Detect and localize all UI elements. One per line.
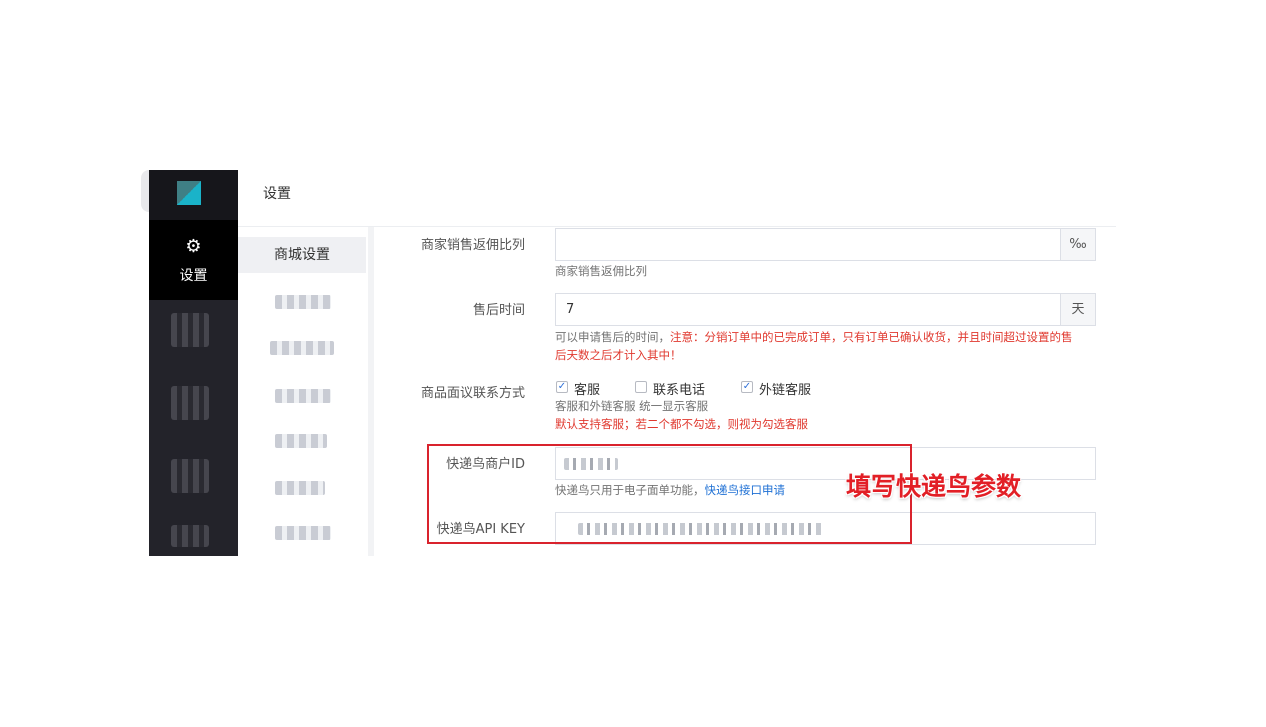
checkbox-phone[interactable] [635,381,647,393]
sidebar-item-label: 设置 [179,268,208,284]
logo [177,181,201,205]
sidebar-item-blurred[interactable] [171,386,209,420]
submenu-item-blurred[interactable] [275,481,325,495]
submenu-item-blurred[interactable] [270,341,334,355]
aftersale-warning-line1: 注意：分销订单中的已完成订单，只有订单已确认收货，并且时间超过设置的售 [670,330,1073,344]
submenu-item-blurred[interactable] [275,434,327,448]
highlight-box [427,444,912,544]
main-sidebar: ⚙ 设置 [149,170,238,556]
aftersale-help-text: 可以申请售后的时间， [555,330,670,344]
aftersale-help: 可以申请售后的时间，注意：分销订单中的已完成订单，只有订单已确认收货，并且时间超… [555,328,1100,364]
sidebar-item-blurred[interactable] [171,313,209,347]
submenu-item-shop-settings[interactable]: 商城设置 [238,237,366,273]
submenu-item-blurred[interactable] [275,389,331,403]
commission-label: 商家销售返佣比列 [420,238,525,253]
settings-submenu: 商城设置 [238,227,368,556]
aftersale-unit: 天 [1060,293,1096,326]
submenu-item-blurred[interactable] [275,526,331,540]
checkbox-external-service[interactable]: ✓ [741,381,753,393]
checkbox-label-external-service[interactable]: 外链客服 [759,379,811,398]
aftersale-warning-line2: 后天数之后才计入其中！ [555,348,682,362]
contact-label: 商品面议联系方式 [420,386,525,401]
sidebar-item-blurred[interactable] [171,525,209,547]
sidebar-item-settings[interactable]: ⚙ 设置 [149,220,238,300]
annotation-callout: 填写快递鸟参数 [846,472,1022,501]
commission-unit: ‰ [1060,228,1096,261]
commission-input[interactable] [555,228,1061,261]
contact-help: 客服和外链客服 统一显示客服 [555,399,709,413]
submenu-item-blurred[interactable] [275,295,331,309]
checkbox-customer-service[interactable]: ✓ [556,381,568,393]
aftersale-input[interactable]: 7 [555,293,1061,326]
gear-icon: ⚙ [185,236,202,257]
contact-help-default: 默认支持客服；若二个都不勾选，则视为勾选客服 [555,417,808,431]
sidebar-item-blurred[interactable] [171,459,209,493]
page-title: 设置 [263,186,291,202]
logo-area [149,170,238,220]
checkbox-label-phone[interactable]: 联系电话 [653,379,705,398]
checkbox-label-customer-service[interactable]: 客服 [574,379,600,398]
commission-help: 商家销售返佣比列 [555,264,647,278]
aftersale-label: 售后时间 [472,303,525,318]
